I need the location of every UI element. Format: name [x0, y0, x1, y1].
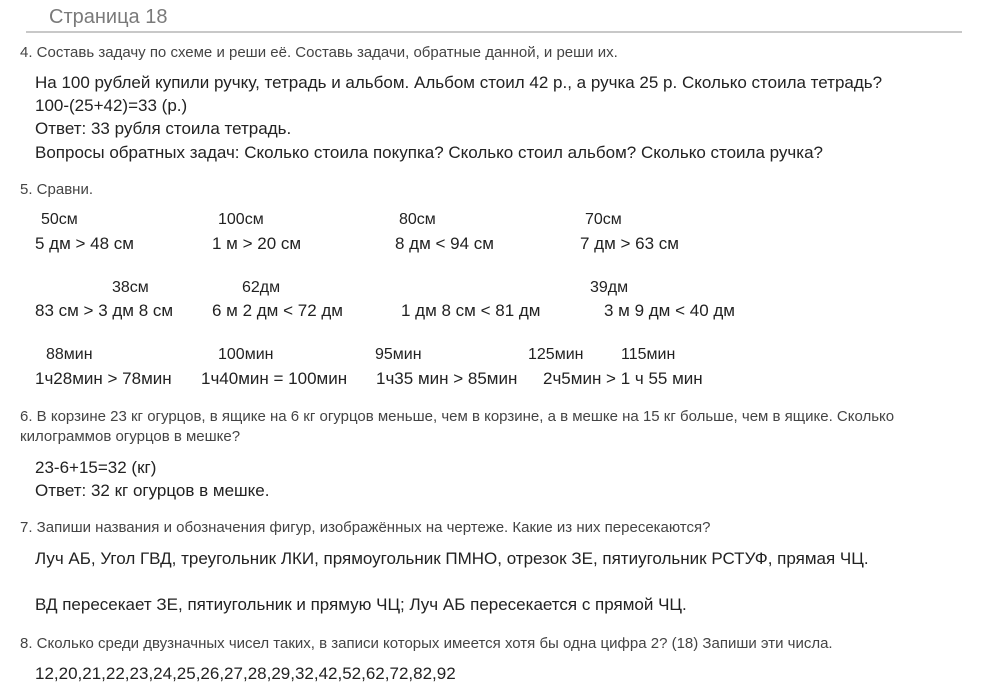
task4-solution: 100-(25+42)=33 (р.) [35, 96, 188, 115]
task6-answer: Ответ: 32 кг огурцов в мешке. [35, 481, 270, 500]
task8-question: 8. Сколько среди двузначных чисел таких,… [20, 635, 833, 652]
task5-unit: 88мин [46, 346, 93, 363]
task7-intersections: ВД пересекает ЗЕ, пятиугольник и прямую … [35, 595, 687, 614]
task5-question: 5. Сравни. [20, 181, 93, 198]
task5-unit: 115мин [621, 346, 676, 363]
task5-unit: 100мин [218, 346, 274, 363]
task5-comparison: 83 см > 3 дм 8 см [35, 301, 174, 320]
task7-figures: Луч АБ, Угол ГВД, треугольник ЛКИ, прямо… [35, 549, 869, 568]
task5-unit: 100см [218, 211, 264, 228]
task5-unit: 80см [399, 211, 436, 228]
task5-unit: 39дм [590, 279, 629, 296]
task5-comparison: 6 м 2 дм < 72 дм [212, 301, 343, 320]
task5-comparison: 5 дм > 48 см [35, 234, 134, 253]
task5-comparison: 1ч40мин = 100мин [201, 369, 348, 388]
task5-unit: 62дм [242, 279, 281, 296]
task5-comparison: 1 дм 8 см < 81 дм [401, 301, 541, 320]
task7-question: 7. Запиши названия и обозначения фигур, … [20, 519, 711, 536]
task5-unit: 50см [41, 211, 78, 228]
task8-answer: 12,20,21,22,23,24,25,26,27,28,29,32,42,5… [35, 664, 456, 683]
task6-question: 6. В корзине 23 кг огурцов, в ящике на 6… [20, 408, 895, 425]
task5-unit: 95мин [375, 346, 422, 363]
task4-inverse-questions: Вопросы обратных задач: Сколько стоила п… [35, 143, 823, 162]
task5-comparison: 7 дм > 63 см [580, 234, 679, 253]
task6-question: килограммов огурцов в мешке? [20, 428, 241, 445]
task5-comparison: 1ч28мин > 78мин [35, 369, 172, 388]
page-title: Страница 18 [49, 6, 168, 28]
task5-comparison: 1ч35 мин > 85мин [376, 369, 518, 388]
task5-comparison: 8 дм < 94 см [395, 234, 494, 253]
task4-problem: На 100 рублей купили ручку, тетрадь и ал… [35, 73, 883, 92]
task5-comparison: 2ч5мин > 1 ч 55 мин [543, 369, 703, 388]
task5-unit: 70см [585, 211, 622, 228]
task5-comparison: 3 м 9 дм < 40 дм [604, 301, 735, 320]
task5-unit: 38см [112, 279, 149, 296]
task6-solution: 23-6+15=32 (кг) [35, 458, 157, 477]
task4-question: 4. Составь задачу по схеме и реши её. Со… [20, 44, 618, 61]
task4-answer: Ответ: 33 рубля стоила тетрадь. [35, 119, 292, 138]
task5-unit: 125мин [528, 346, 584, 363]
page-header: Страница 18 [26, 3, 962, 33]
task5-comparison: 1 м > 20 см [212, 234, 302, 253]
